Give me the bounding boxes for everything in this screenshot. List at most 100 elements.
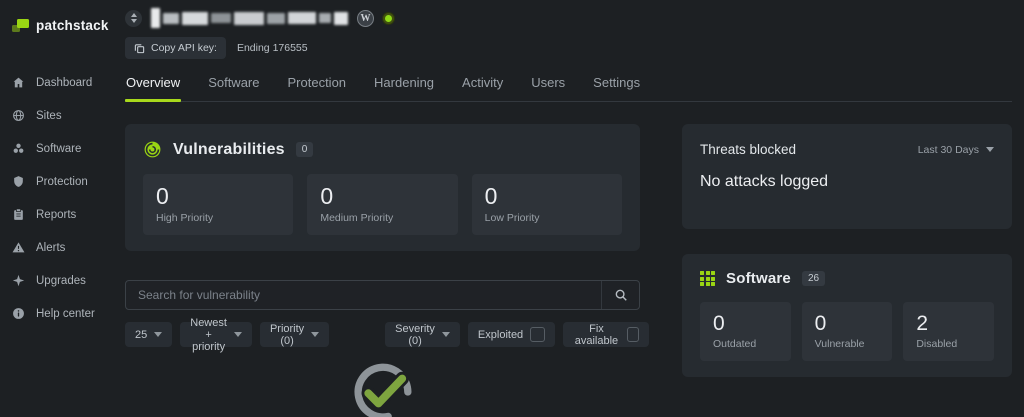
copy-api-key-button[interactable]: Copy API key: (125, 37, 226, 59)
sidebar-item-label: Dashboard (36, 77, 92, 89)
stat-vulnerable: 0 Vulnerable (802, 302, 893, 361)
sidebar-nav: Dashboard Sites Software Protection Repo… (12, 66, 115, 330)
severity-filter-dropdown[interactable]: Severity (0) (385, 322, 460, 347)
checkmark-circle-illustration (321, 356, 445, 417)
chevron-up-icon (131, 13, 137, 17)
patchstack-logo-icon (12, 18, 29, 33)
priority-filter-dropdown[interactable]: Priority (0) (260, 322, 329, 347)
threats-blocked-title: Threats blocked (700, 142, 796, 157)
tab-overview[interactable]: Overview (125, 66, 181, 101)
stat-label: Low Priority (485, 212, 609, 224)
home-icon (12, 76, 25, 89)
vulnerabilities-title: Vulnerabilities (173, 141, 285, 159)
info-icon (12, 307, 25, 320)
search-icon (614, 288, 628, 302)
date-range-dropdown[interactable]: Last 30 Days (918, 144, 994, 156)
software-card: Software 26 0 Outdated 0 Vulnerable 2 Di… (682, 254, 1012, 377)
sidebar-item-dashboard[interactable]: Dashboard (12, 66, 115, 99)
site-switcher-button[interactable] (125, 10, 142, 27)
puzzle-icon (12, 142, 25, 155)
stat-label: High Priority (156, 212, 280, 224)
vulnerability-swirl-icon (143, 140, 162, 159)
chevron-down-icon (442, 332, 450, 337)
exploited-checkbox[interactable] (530, 327, 545, 342)
sidebar-item-software[interactable]: Software (12, 132, 115, 165)
copy-icon (134, 43, 145, 54)
stat-label: Vulnerable (815, 338, 880, 350)
exploited-filter-toggle[interactable]: Exploited (468, 322, 555, 347)
sidebar-item-help-center[interactable]: Help center (12, 297, 115, 330)
search-button[interactable] (601, 281, 639, 309)
sidebar-item-label: Upgrades (36, 275, 86, 287)
clipboard-icon (12, 208, 25, 221)
stat-low-priority: 0 Low Priority (472, 174, 622, 235)
sidebar-item-label: Reports (36, 209, 76, 221)
main-content: W Copy API key: Ending 176555 Overview S… (115, 0, 1024, 417)
fix-available-filter-toggle[interactable]: Fix available (563, 322, 648, 347)
sidebar-item-upgrades[interactable]: Upgrades (12, 264, 115, 297)
priority-filter-value: Priority (0) (270, 323, 304, 347)
software-grid-icon (700, 271, 715, 286)
sidebar-item-protection[interactable]: Protection (12, 165, 115, 198)
threats-blocked-card: Threats blocked Last 30 Days No attacks … (682, 124, 1012, 229)
tab-users[interactable]: Users (530, 66, 566, 101)
severity-filter-value: Severity (0) (395, 323, 435, 347)
stat-high-priority: 0 High Priority (143, 174, 293, 235)
sidebar: patchstack Dashboard Sites Software Prot… (0, 0, 115, 417)
filter-row: 25 Newest + priority Priority (0) Severi… (125, 322, 640, 347)
stat-value: 0 (815, 312, 880, 335)
per-page-dropdown[interactable]: 25 (125, 322, 172, 347)
vulnerability-search (125, 280, 640, 310)
chevron-down-icon (131, 19, 137, 23)
tab-settings[interactable]: Settings (592, 66, 641, 101)
fix-available-checkbox[interactable] (627, 327, 639, 342)
chevron-down-icon (311, 332, 319, 337)
redacted-site-name (151, 8, 348, 28)
software-count-badge: 26 (802, 271, 825, 286)
sidebar-item-label: Sites (36, 110, 62, 122)
api-key-ending: Ending 176555 (237, 42, 308, 54)
per-page-value: 25 (135, 329, 147, 341)
sidebar-item-label: Software (36, 143, 81, 155)
no-vulnerabilities-graphic (125, 356, 640, 417)
vulnerabilities-pane: Vulnerabilities 0 0 High Priority 0 Medi… (125, 124, 640, 417)
vulnerabilities-count-badge: 0 (296, 142, 314, 157)
vulnerability-stats: 0 High Priority 0 Medium Priority 0 Low … (143, 174, 622, 235)
stat-value: 0 (156, 184, 280, 209)
tab-activity[interactable]: Activity (461, 66, 504, 101)
stat-outdated: 0 Outdated (700, 302, 791, 361)
fix-available-filter-label: Fix available (573, 323, 620, 347)
sidebar-item-sites[interactable]: Sites (12, 99, 115, 132)
no-attacks-message: No attacks logged (700, 173, 994, 191)
search-input[interactable] (126, 281, 601, 309)
sparkle-icon (12, 274, 25, 287)
chevron-down-icon (986, 147, 994, 152)
vulnerabilities-card-header: Vulnerabilities 0 (143, 140, 622, 159)
sidebar-item-label: Protection (36, 176, 88, 188)
stat-value: 0 (485, 184, 609, 209)
sidebar-item-alerts[interactable]: Alerts (12, 231, 115, 264)
patchstack-logo[interactable]: patchstack (12, 14, 115, 36)
tab-software[interactable]: Software (207, 66, 260, 101)
vulnerabilities-card: Vulnerabilities 0 0 High Priority 0 Medi… (125, 124, 640, 251)
site-status-dot (383, 13, 394, 24)
sort-value: Newest + priority (190, 317, 227, 353)
copy-api-key-label: Copy API key: (151, 42, 217, 54)
software-stats: 0 Outdated 0 Vulnerable 2 Disabled (700, 302, 994, 361)
sidebar-item-label: Alerts (36, 242, 65, 254)
tab-hardening[interactable]: Hardening (373, 66, 435, 101)
date-range-value: Last 30 Days (918, 144, 979, 156)
tab-bar: Overview Software Protection Hardening A… (125, 66, 1012, 102)
software-card-header: Software 26 (700, 270, 994, 287)
stat-label: Disabled (916, 338, 981, 350)
stat-label: Medium Priority (320, 212, 444, 224)
sidebar-item-reports[interactable]: Reports (12, 198, 115, 231)
sort-dropdown[interactable]: Newest + priority (180, 322, 252, 347)
wordpress-icon: W (357, 10, 374, 27)
tab-protection[interactable]: Protection (287, 66, 348, 101)
brand-name: patchstack (36, 18, 109, 33)
stat-value: 2 (916, 312, 981, 335)
stat-disabled: 2 Disabled (903, 302, 994, 361)
software-title: Software (726, 270, 791, 287)
chevron-down-icon (234, 332, 242, 337)
